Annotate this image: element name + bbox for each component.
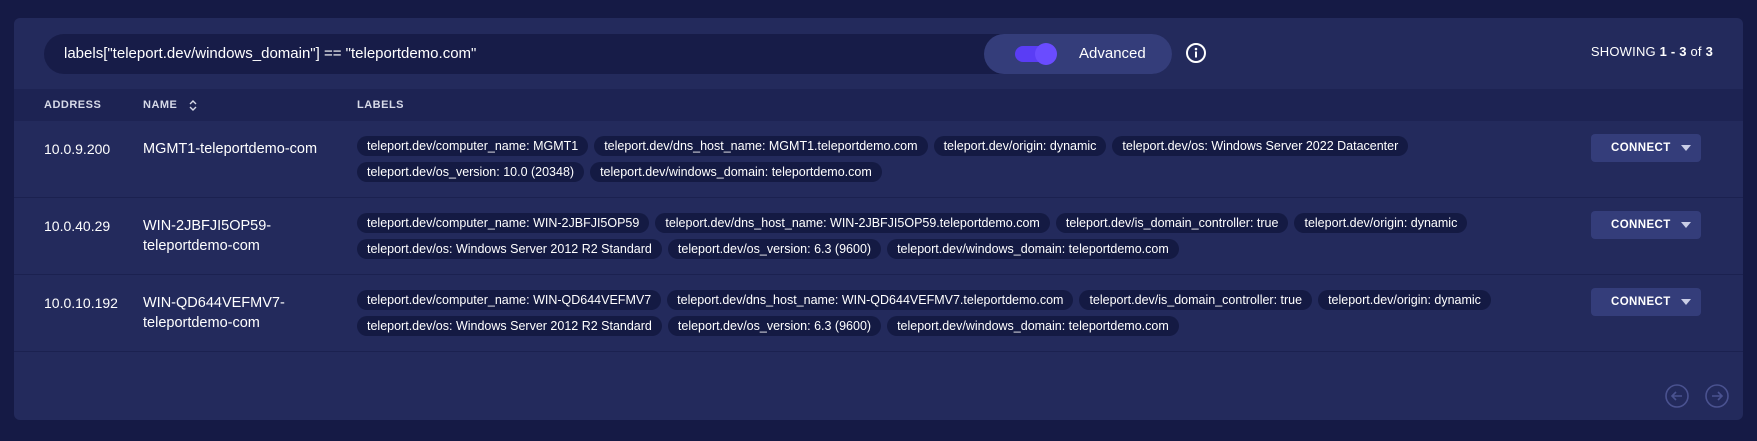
address-cell: 10.0.40.29	[44, 218, 111, 234]
label-pill: teleport.dev/os_version: 6.3 (9600)	[667, 316, 882, 336]
label-pill: teleport.dev/windows_domain: teleportdem…	[887, 239, 1179, 259]
labels-cell: teleport.dev/computer_name: WIN-2JBFJI5O…	[357, 213, 1587, 259]
caret-down-icon[interactable]	[1681, 222, 1691, 228]
table-row: 10.0.10.192 WIN-QD644VEFMV7-teleportdemo-…	[14, 275, 1743, 352]
caret-down-icon[interactable]	[1681, 145, 1691, 151]
showing-range: 1 - 3	[1659, 44, 1687, 59]
label-pill: teleport.dev/is_domain_controller: true	[1079, 290, 1313, 310]
label-pill: teleport.dev/computer_name: WIN-QD644VEF…	[357, 290, 662, 310]
connect-button[interactable]: CONNECT	[1591, 211, 1701, 239]
connect-label: CONNECT	[1611, 142, 1671, 154]
label-pill: teleport.dev/os: Windows Server 2012 R2 …	[357, 316, 662, 336]
caret-down-icon[interactable]	[1681, 299, 1691, 305]
connect-button[interactable]: CONNECT	[1591, 134, 1701, 162]
label-pill: teleport.dev/os: Windows Server 2012 R2 …	[357, 239, 662, 259]
toggle-knob	[1035, 43, 1057, 65]
label-pill: teleport.dev/computer_name: WIN-2JBFJI5O…	[357, 213, 650, 233]
connect-label: CONNECT	[1611, 296, 1671, 308]
column-name-label: NAME	[143, 99, 178, 111]
top-bar: labels["teleport.dev/windows_domain"] ==…	[14, 18, 1743, 89]
table-header: ADDRESS NAME LABELS	[14, 89, 1743, 121]
label-pill: teleport.dev/is_domain_controller: true	[1055, 213, 1289, 233]
connect-label: CONNECT	[1611, 219, 1671, 231]
address-cell: 10.0.9.200	[44, 141, 111, 157]
showing-total: 3	[1705, 44, 1713, 59]
label-pill: teleport.dev/dns_host_name: MGMT1.telepo…	[594, 136, 928, 156]
arrow-left-circle-icon[interactable]	[1663, 382, 1691, 410]
table-row: 10.0.40.29 WIN-2JBFJI5OP59-teleportdemo-c…	[14, 198, 1743, 275]
advanced-label: Advanced	[1079, 45, 1146, 62]
label-pill: teleport.dev/computer_name: MGMT1	[357, 136, 589, 156]
showing-of: of	[1690, 44, 1702, 59]
name-cell: WIN-2JBFJI5OP59-teleportdemo-com	[143, 218, 272, 254]
label-pill: teleport.dev/windows_domain: teleportdem…	[590, 162, 882, 182]
column-name[interactable]: NAME	[143, 89, 197, 121]
label-pill: teleport.dev/os_version: 10.0 (20348)	[357, 162, 585, 182]
name-cell: WIN-QD644VEFMV7-teleportdemo-com	[143, 295, 285, 331]
info-icon[interactable]	[1185, 42, 1207, 64]
label-pill: teleport.dev/origin: dynamic	[1294, 213, 1468, 233]
label-pill: teleport.dev/os_version: 6.3 (9600)	[667, 239, 882, 259]
results-count: SHOWING 1 - 3 of 3	[1591, 44, 1713, 59]
label-pill: teleport.dev/origin: dynamic	[933, 136, 1107, 156]
search-input[interactable]: labels["teleport.dev/windows_domain"] ==…	[64, 34, 476, 74]
labels-cell: teleport.dev/computer_name: MGMT1 telepor…	[357, 136, 1587, 182]
column-labels: LABELS	[357, 99, 404, 111]
advanced-search-toggle[interactable]: Advanced	[984, 34, 1172, 74]
column-address: ADDRESS	[44, 99, 102, 111]
label-pill: teleport.dev/os: Windows Server 2022 Dat…	[1112, 136, 1409, 156]
name-cell: MGMT1-teleportdemo-com	[143, 141, 318, 157]
connect-button[interactable]: CONNECT	[1591, 288, 1701, 316]
showing-prefix: SHOWING	[1590, 44, 1656, 59]
search-bar[interactable]: labels["teleport.dev/windows_domain"] ==…	[44, 34, 1172, 74]
table-row: 10.0.9.200 MGMT1-teleportdemo-com teleport…	[14, 121, 1743, 198]
toggle-switch[interactable]	[1015, 43, 1057, 65]
label-pill: teleport.dev/dns_host_name: WIN-QD644VEF…	[667, 290, 1074, 310]
address-cell: 10.0.10.192	[44, 295, 118, 311]
desktops-panel: labels["teleport.dev/windows_domain"] ==…	[14, 18, 1743, 420]
label-pill: teleport.dev/windows_domain: teleportdem…	[887, 316, 1179, 336]
pagination	[1653, 382, 1733, 410]
label-pill: teleport.dev/origin: dynamic	[1318, 290, 1491, 310]
sort-icon[interactable]	[189, 99, 197, 111]
arrow-right-circle-icon[interactable]	[1703, 382, 1731, 410]
label-pill: teleport.dev/dns_host_name: WIN-2JBFJI5O…	[655, 213, 1050, 233]
labels-cell: teleport.dev/computer_name: WIN-QD644VEF…	[357, 290, 1587, 336]
